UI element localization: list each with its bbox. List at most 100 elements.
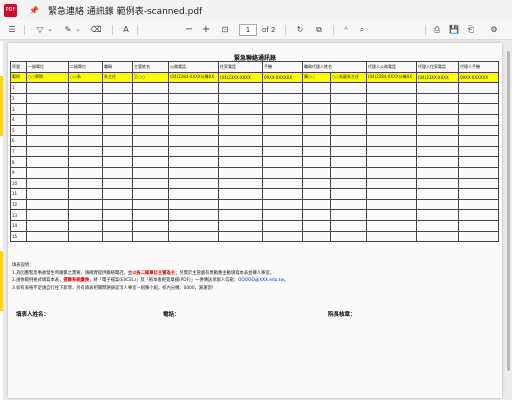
table-cell <box>366 219 417 232</box>
table-row: 13 <box>10 209 499 221</box>
row-number-cell: 12 <box>10 198 27 211</box>
table-cell <box>330 219 367 232</box>
header-cell: 一級單位 <box>26 61 69 73</box>
table-cell: (04)23XX-XXXX <box>218 71 263 84</box>
header-cell: 代理人公務電話 <box>366 61 417 73</box>
table-cell <box>366 177 417 190</box>
print-icon[interactable]: ⎙ <box>431 20 443 40</box>
table-cell: ○○系副系主任 <box>330 71 367 84</box>
contents-icon[interactable]: ☰ <box>6 20 18 40</box>
table-cell <box>132 198 169 211</box>
table-cell <box>366 145 417 158</box>
header-cell: 二級單位 <box>68 61 103 73</box>
example-row: 範例 ○○學院 ○○系 系主任 王○○ (04)2284-XXXX分機XX (0… <box>10 71 499 84</box>
table-cell <box>262 230 303 243</box>
table-row: 4 <box>10 113 499 126</box>
table-cell <box>102 177 133 190</box>
table-cell <box>218 124 263 137</box>
table-cell <box>366 156 417 168</box>
search-icon[interactable]: ⌕ <box>356 20 368 40</box>
table-cell <box>416 124 459 137</box>
table-cell <box>68 113 103 126</box>
table-cell <box>302 188 331 200</box>
table-cell <box>102 198 133 211</box>
header-cell: 代理人手機 <box>458 61 499 73</box>
table-cell <box>330 135 367 147</box>
table-cell <box>218 145 263 158</box>
table-cell <box>262 124 303 137</box>
table-cell <box>102 188 133 200</box>
table-cell <box>26 177 69 190</box>
row-number-cell: 5 <box>10 124 27 137</box>
table-cell <box>458 103 499 115</box>
table-row: 12 <box>10 198 499 211</box>
vertical-scrollbar[interactable] <box>505 41 512 400</box>
table-cell <box>168 209 219 221</box>
zoom-in-icon[interactable]: + <box>200 20 212 40</box>
two-page-icon[interactable]: ⧉ <box>313 20 325 40</box>
table-cell <box>26 209 69 221</box>
table-cell <box>68 124 103 137</box>
table-cell <box>330 198 367 211</box>
table-cell <box>132 209 169 221</box>
chevron-down-icon[interactable]: ⌄ <box>46 20 54 40</box>
table-cell <box>26 92 69 105</box>
table-cell <box>168 156 219 168</box>
table-cell <box>366 92 417 105</box>
table-cell <box>416 188 459 200</box>
fit-page-icon[interactable]: ⊡ <box>219 20 231 40</box>
table-cell <box>366 82 417 94</box>
table-cell <box>416 198 459 211</box>
table-cell <box>26 103 69 115</box>
table-cell <box>366 188 417 200</box>
table-row: 1 <box>10 82 499 94</box>
table-cell <box>416 209 459 221</box>
settings-icon[interactable]: ⚙ <box>488 20 500 40</box>
table-cell <box>102 82 133 94</box>
row-number-cell: 4 <box>10 113 27 126</box>
table-cell <box>302 135 331 147</box>
table-cell <box>68 219 103 232</box>
pin-icon[interactable]: 📌 <box>29 6 39 15</box>
table-cell <box>416 230 459 243</box>
table-cell <box>218 135 263 147</box>
save-icon[interactable]: 💾 <box>448 20 460 40</box>
table-cell <box>262 219 303 232</box>
table-cell <box>102 166 133 179</box>
row-number-cell: 6 <box>10 135 27 147</box>
table-cell <box>132 124 169 137</box>
highlight-icon[interactable]: ▽ <box>34 20 46 40</box>
table-cell <box>168 103 219 115</box>
table-cell <box>458 145 499 158</box>
read-aloud-icon[interactable]: ᴬ <box>340 20 352 40</box>
draw-icon[interactable]: ✎ <box>62 20 74 40</box>
table-cell <box>458 230 499 243</box>
rotate-icon[interactable]: ↻ <box>294 20 306 40</box>
table-cell <box>26 145 69 158</box>
save-as-icon[interactable]: ⎗ <box>465 20 477 40</box>
table-cell <box>68 92 103 105</box>
table-cell: (04)23XX-XXXX <box>416 71 459 84</box>
table-cell <box>302 124 331 137</box>
table-cell <box>458 92 499 105</box>
text-icon[interactable]: A <box>120 20 132 40</box>
table-cell <box>302 219 331 232</box>
table-cell <box>458 135 499 147</box>
table-cell <box>302 82 331 94</box>
chevron-down-icon[interactable]: ⌄ <box>74 20 82 40</box>
erase-icon[interactable]: ⌫ <box>90 20 102 40</box>
zoom-out-icon[interactable]: − <box>183 20 195 40</box>
table-cell <box>168 166 219 179</box>
table-cell <box>262 113 303 126</box>
page-number-input[interactable]: 1 <box>239 24 257 36</box>
table-cell <box>262 188 303 200</box>
table-cell <box>302 103 331 115</box>
table-cell <box>102 145 133 158</box>
table-cell <box>330 145 367 158</box>
table-cell <box>26 166 69 179</box>
table-cell <box>26 124 69 137</box>
table-row: 11 <box>10 188 499 200</box>
table-cell <box>132 166 169 179</box>
table-cell <box>68 82 103 94</box>
page-count: of 2 <box>262 26 276 34</box>
